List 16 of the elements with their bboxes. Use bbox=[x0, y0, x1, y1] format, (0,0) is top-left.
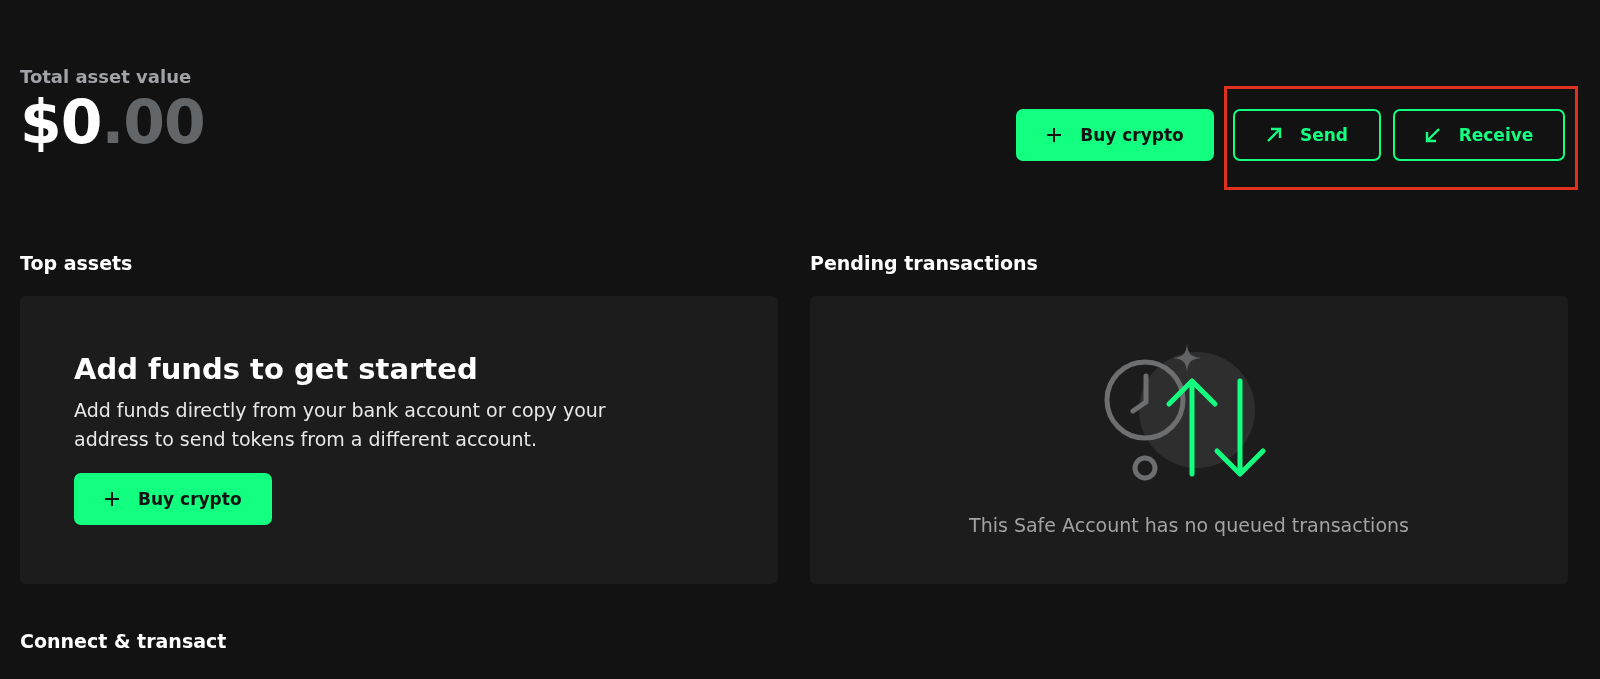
buy-button[interactable]: Buy crypto bbox=[74, 473, 272, 525]
section-heading: Top assets bbox=[20, 252, 134, 274]
empty-state-message: This Safe Account has no queued transactions bbox=[969, 514, 1409, 536]
section-heading: Connect & transact bbox=[20, 630, 228, 652]
receive-button[interactable]: Receive bbox=[1393, 109, 1565, 161]
plus-icon bbox=[1046, 127, 1063, 143]
send-button[interactable]: Send bbox=[1233, 109, 1381, 161]
total-asset-amount: $0.00 bbox=[20, 91, 205, 154]
arrow-up-right-icon bbox=[1265, 127, 1282, 143]
section-heading: Pending transactions bbox=[810, 252, 1039, 274]
plus-icon bbox=[104, 491, 120, 507]
buy-button[interactable]: Buy crypto bbox=[1016, 109, 1214, 161]
card-heading: Add funds to get started bbox=[74, 352, 479, 386]
arrow-down-left-icon bbox=[1424, 127, 1441, 143]
card-description: Add funds directly from your bank account or copy your address to send tokens from a different account. bbox=[74, 398, 607, 452]
total-asset-label: Total asset value bbox=[20, 66, 193, 87]
